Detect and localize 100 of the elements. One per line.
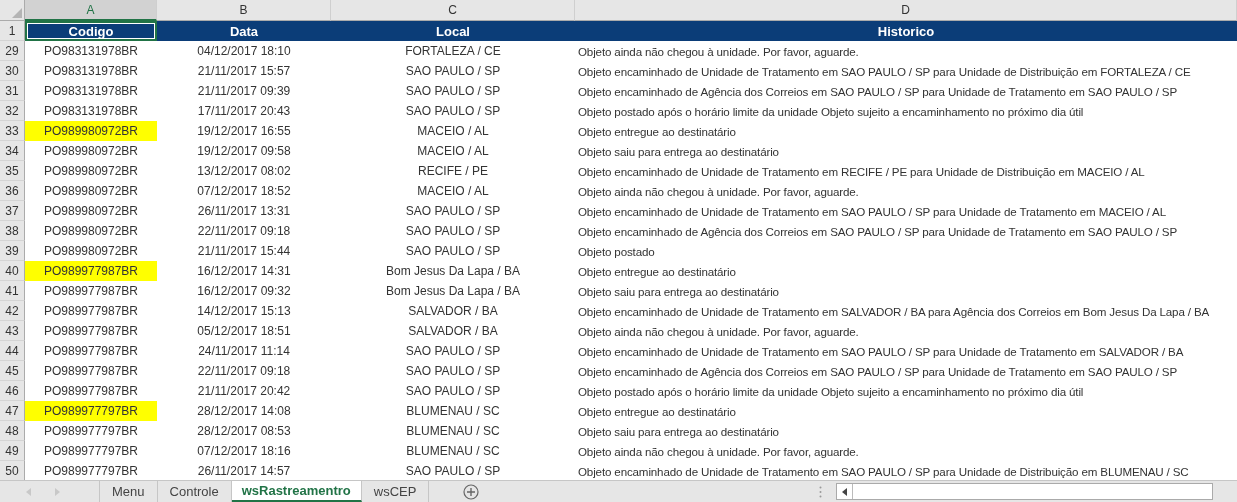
row-header[interactable]: 43 <box>0 321 25 341</box>
row-header[interactable]: 48 <box>0 421 25 441</box>
table-cell-text: 13/12/2017 08:02 <box>196 163 292 180</box>
row-header[interactable]: 46 <box>0 381 25 401</box>
table-cell-text: SAO PAULO / SP <box>404 383 502 400</box>
row-header[interactable]: 35 <box>0 161 25 181</box>
row-header[interactable]: 31 <box>0 81 25 101</box>
add-sheet-icon[interactable] <box>463 483 480 500</box>
table-cell-text: Objeto encaminhado de Unidade de Tratamento em SAO PAULO / SP para Unidade de Tratamento em MACEIO / AL <box>577 203 1167 220</box>
table-cell-text: Bom Jesus Da Lapa / BA <box>384 283 522 300</box>
table-cell: PO989977987BR <box>25 261 157 281</box>
header-cell: Local <box>331 21 575 41</box>
table-cell-text: SAO PAULO / SP <box>404 103 502 120</box>
select-all-corner[interactable] <box>0 0 25 21</box>
sheet-tab[interactable]: Controle <box>157 481 232 502</box>
horizontal-scrollbar[interactable] <box>836 483 1213 500</box>
table-cell-text: Objeto ainda não chegou à unidade. Por favor, aguarde. <box>577 443 860 460</box>
table-cell-text: Objeto encaminhado de Agência dos Correios em SAO PAULO / SP para Unidade de Tratamento em SAO PAULO / SP <box>577 223 1179 240</box>
row-header[interactable]: 44 <box>0 341 25 361</box>
table-cell-text: 16/12/2017 09:32 <box>196 283 292 300</box>
table-cell-text: 26/11/2017 13:31 <box>196 203 292 220</box>
row-header[interactable]: 41 <box>0 281 25 301</box>
table-cell-text: Objeto encaminhado de Unidade de Tratamento em SAO PAULO / SP para Unidade de Distribuição em BLUMENAU / SC <box>577 463 1190 480</box>
row-header[interactable]: 47 <box>0 401 25 421</box>
table-cell-text: Objeto saiu para entrega ao destinatário <box>577 283 780 300</box>
scroll-left-icon[interactable] <box>26 487 32 496</box>
table-cell-text: 05/12/2017 18:51 <box>196 323 292 340</box>
column-header[interactable]: A <box>25 0 157 21</box>
table-cell-text: SAO PAULO / SP <box>404 243 502 260</box>
row-header[interactable]: 33 <box>0 121 25 141</box>
table-cell-text: 16/12/2017 14:31 <box>196 263 292 280</box>
table-cell-text: MACEIO / AL <box>416 143 490 160</box>
sheet-tab[interactable]: Menu <box>100 481 158 502</box>
sheet-tab[interactable]: wsRastreamentro <box>231 481 362 502</box>
row-header[interactable]: 39 <box>0 241 25 261</box>
row-header[interactable]: 49 <box>0 441 25 461</box>
table-cell-text: 07/12/2017 18:16 <box>196 443 292 460</box>
row-header[interactable]: 40 <box>0 261 25 281</box>
table-cell-text: BLUMENAU / SC <box>405 403 501 420</box>
table-cell-text: 14/12/2017 15:13 <box>196 303 292 320</box>
table-cell-text: 24/11/2017 11:14 <box>197 343 291 360</box>
table-cell-text: PO983131978BR <box>42 43 140 60</box>
row-header[interactable]: 45 <box>0 361 25 381</box>
sheet-tab[interactable]: wsCEP <box>361 481 430 502</box>
table-cell-text: Objeto postado após o horário limite da unidade Objeto sujeito a encaminhamento no próximo dia útil <box>577 103 1085 120</box>
table-cell: PO989980972BR <box>25 121 157 141</box>
table-cell-text: FORTALEZA / CE <box>404 43 502 60</box>
table-cell-text: PO989980972BR <box>42 163 140 180</box>
row-header[interactable]: 38 <box>0 221 25 241</box>
table-cell-text: PO989980972BR <box>42 143 140 160</box>
row-header[interactable]: 36 <box>0 181 25 201</box>
table-cell-text: PO989977987BR <box>42 283 140 300</box>
table-cell-text: Bom Jesus Da Lapa / BA <box>384 263 522 280</box>
table-cell-text: 28/12/2017 08:53 <box>196 423 292 440</box>
table-cell-text: 17/11/2017 20:43 <box>196 103 292 120</box>
table-cell-text: 21/11/2017 15:44 <box>196 243 292 260</box>
table-cell-text: 21/11/2017 09:39 <box>196 83 292 100</box>
table-cell-text: SAO PAULO / SP <box>404 463 502 480</box>
column-header[interactable]: C <box>331 0 575 21</box>
table-cell-text: 26/11/2017 14:57 <box>196 463 292 480</box>
table-cell-text: Objeto saiu para entrega ao destinatário <box>577 423 780 440</box>
row-header[interactable]: 32 <box>0 101 25 121</box>
table-cell-text: Objeto encaminhado de Agência dos Correios em SAO PAULO / SP para Unidade de Tratamento em SAO PAULO / SP <box>577 83 1179 100</box>
table-cell-text: PO989980972BR <box>42 203 140 220</box>
row-header[interactable]: 42 <box>0 301 25 321</box>
table-cell-text: SAO PAULO / SP <box>404 223 502 240</box>
table-cell-text: PO989980972BR <box>42 183 140 200</box>
table-cell-text: Objeto postado <box>577 243 656 260</box>
row-header[interactable]: 34 <box>0 141 25 161</box>
header-cell: Codigo <box>25 21 157 41</box>
row-header[interactable]: 30 <box>0 61 25 81</box>
table-cell-text: 22/11/2017 09:18 <box>196 363 292 380</box>
table-cell-text: PO989977987BR <box>42 323 140 340</box>
table-cell-text: 04/12/2017 18:10 <box>196 43 292 60</box>
column-header[interactable]: B <box>157 0 331 21</box>
table-cell-text: 21/11/2017 15:57 <box>196 63 292 80</box>
table-cell-text: 19/12/2017 16:55 <box>196 123 292 140</box>
table-cell-text: Objeto encaminhado de Agência dos Correios em SAO PAULO / SP para Unidade de Tratamento em SAO PAULO / SP <box>577 363 1179 380</box>
table-cell-text: PO989980972BR <box>42 243 140 260</box>
table-cell-text: PO989977987BR <box>42 343 140 360</box>
table-cell: PO989977797BR <box>25 401 157 421</box>
table-cell-text: BLUMENAU / SC <box>405 443 501 460</box>
table-cell-text: Objeto saiu para entrega ao destinatário <box>577 143 780 160</box>
table-cell-text: PO989977797BR <box>42 463 140 480</box>
table-cell-text: PO983131978BR <box>42 63 140 80</box>
table-cell-text: PO989977797BR <box>42 443 140 460</box>
table-cell-text: PO989977987BR <box>42 383 140 400</box>
row-header[interactable]: 37 <box>0 201 25 221</box>
scroll-right-icon[interactable] <box>54 487 60 496</box>
row-header[interactable]: 50 <box>0 461 25 481</box>
table-cell-text: SAO PAULO / SP <box>404 83 502 100</box>
table-cell-text: PO989977797BR <box>42 423 140 440</box>
column-header[interactable]: D <box>575 0 1237 21</box>
table-cell-text: Objeto ainda não chegou à unidade. Por favor, aguarde. <box>577 43 860 60</box>
table-cell-text: RECIFE / PE <box>417 163 489 180</box>
row-header[interactable]: 29 <box>0 41 25 61</box>
splitter-handle-icon[interactable] <box>819 485 822 498</box>
table-cell-text: Objeto entregue ao destinatário <box>577 263 737 280</box>
row-header[interactable]: 1 <box>0 21 25 41</box>
table-cell-text: SAO PAULO / SP <box>404 203 502 220</box>
